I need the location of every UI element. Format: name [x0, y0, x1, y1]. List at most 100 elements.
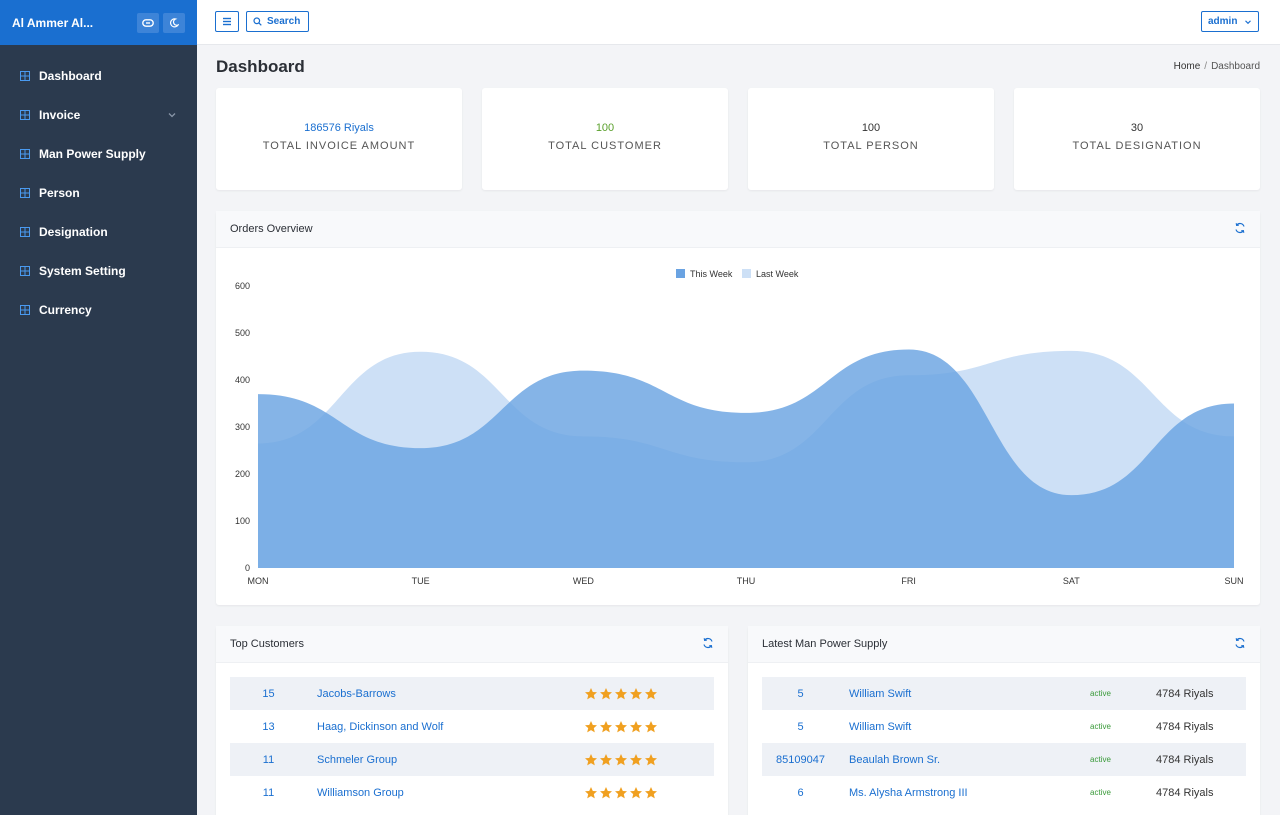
person-name[interactable]: William Swift — [839, 721, 1090, 733]
search-button[interactable]: Search — [246, 11, 309, 32]
customer-name[interactable]: Williamson Group — [307, 787, 584, 799]
person-name[interactable]: Beaulah Brown Sr. — [839, 754, 1090, 766]
customer-id[interactable]: 11 — [230, 787, 307, 799]
sidebar-item-label: Invoice — [39, 107, 81, 122]
status-badge: active — [1090, 689, 1111, 698]
panel-title: Orders Overview — [230, 223, 313, 235]
y-tick-label: 500 — [235, 328, 250, 338]
customer-id[interactable]: 15 — [230, 688, 307, 700]
breadcrumb-home-link[interactable]: Home — [1174, 61, 1201, 72]
supply-id[interactable]: 5 — [762, 721, 839, 733]
chevron-down-icon[interactable] — [167, 110, 177, 120]
latest-supply-panel: Latest Man Power Supply 5 William Swift … — [748, 626, 1260, 815]
status-badge: active — [1090, 755, 1111, 764]
star-icon — [644, 687, 658, 701]
menu-toggle-button[interactable] — [215, 11, 239, 32]
sidebar-item-man-power-supply[interactable]: Man Power Supply — [0, 134, 197, 173]
orders-overview-panel: Orders Overview 0 100 200 300 400 500 600 MON TU… — [216, 211, 1260, 605]
sidebar-item-person[interactable]: Person — [0, 173, 197, 212]
top-customers-table: 15 Jacobs-Barrows 13 Haag, Dickinson and… — [230, 677, 714, 809]
user-menu-button[interactable]: admin — [1201, 11, 1259, 32]
breadcrumb-current: Dashboard — [1211, 61, 1260, 72]
grid-icon — [20, 187, 30, 198]
sidebar: Al Ammer Al... Dashboard Invoice Man Pow… — [0, 0, 197, 815]
amount: 4784 Riyals — [1156, 786, 1214, 799]
link-icon[interactable] — [137, 12, 159, 33]
stat-card-invoice-amount: 186576 Riyals TOTAL INVOICE AMOUNT — [216, 88, 462, 190]
panel-header: Top Customers — [216, 626, 728, 663]
refresh-icon[interactable] — [702, 637, 714, 652]
hamburger-icon — [223, 17, 231, 26]
star-icon — [614, 786, 628, 800]
table-row[interactable]: 15 Jacobs-Barrows — [230, 677, 714, 710]
table-row[interactable]: 13 Haag, Dickinson and Wolf — [230, 710, 714, 743]
table-row[interactable]: 11 Williamson Group — [230, 776, 714, 809]
top-customers-panel: Top Customers 15 Jacobs-Barrows 13 Haag,… — [216, 626, 728, 815]
sidebar-item-label: Currency — [39, 302, 92, 317]
star-icon — [644, 720, 658, 734]
table-row[interactable]: 6 Ms. Alysha Armstrong III active 4784 R… — [762, 776, 1246, 809]
stat-label: TOTAL PERSON — [823, 140, 919, 152]
grid-icon — [20, 148, 30, 159]
y-tick-label: 400 — [235, 375, 250, 385]
stat-card-customer: 100 TOTAL CUSTOMER — [482, 88, 728, 190]
star-icon — [599, 753, 613, 767]
customer-name[interactable]: Jacobs-Barrows — [307, 688, 584, 700]
customer-name[interactable]: Schmeler Group — [307, 754, 584, 766]
rating-stars — [584, 753, 714, 767]
search-icon — [253, 17, 262, 26]
supply-id[interactable]: 6 — [762, 787, 839, 799]
y-tick-label: 200 — [235, 469, 250, 479]
supply-id[interactable]: 5 — [762, 688, 839, 700]
sidebar-item-system-setting[interactable]: System Setting — [0, 251, 197, 290]
table-row[interactable]: 5 William Swift active 4784 Riyals — [762, 710, 1246, 743]
panel-header: Orders Overview — [216, 211, 1260, 248]
x-tick-label: TUE — [412, 576, 430, 586]
app-title[interactable]: Al Ammer Al... — [12, 16, 133, 30]
refresh-icon[interactable] — [1234, 222, 1246, 237]
sidebar-item-label: Designation — [39, 224, 108, 239]
stat-value: 30 — [1130, 122, 1144, 134]
sidebar-item-dashboard[interactable]: Dashboard — [0, 56, 197, 95]
chevron-down-icon — [1245, 19, 1252, 24]
refresh-icon[interactable] — [1234, 637, 1246, 652]
sidebar-item-invoice[interactable]: Invoice — [0, 95, 197, 134]
y-tick-label: 300 — [235, 422, 250, 432]
amount: 4784 Riyals — [1156, 753, 1214, 766]
legend-item[interactable]: Last Week — [742, 269, 799, 279]
breadcrumb: Home / Dashboard — [1174, 61, 1260, 72]
status-badge: active — [1090, 788, 1111, 797]
table-row[interactable]: 85109047 Beaulah Brown Sr. active 4784 R… — [762, 743, 1246, 776]
person-name[interactable]: Ms. Alysha Armstrong III — [839, 787, 1090, 799]
latest-supply-table: 5 William Swift active 4784 Riyals 5 Wil… — [762, 677, 1246, 809]
y-tick-label: 0 — [245, 563, 250, 573]
star-icon — [599, 786, 613, 800]
x-tick-label: THU — [737, 576, 756, 586]
table-row[interactable]: 11 Schmeler Group — [230, 743, 714, 776]
star-icon — [599, 687, 613, 701]
legend-item[interactable]: This Week — [676, 269, 733, 279]
x-tick-label: MON — [248, 576, 269, 586]
table-row[interactable]: 5 William Swift active 4784 Riyals — [762, 677, 1246, 710]
customer-id[interactable]: 11 — [230, 754, 307, 766]
sidebar-item-label: Person — [39, 185, 80, 200]
stat-value: 100 — [861, 122, 881, 134]
topbar: Search admin — [197, 0, 1280, 45]
star-icon — [584, 786, 598, 800]
grid-icon — [20, 70, 30, 81]
breadcrumb-separator: / — [1204, 61, 1208, 72]
legend-label: Last Week — [756, 269, 799, 279]
supply-id[interactable]: 85109047 — [762, 754, 839, 766]
moon-icon[interactable] — [163, 12, 185, 33]
customer-id[interactable]: 13 — [230, 721, 307, 733]
customer-name[interactable]: Haag, Dickinson and Wolf — [307, 721, 584, 733]
star-icon — [584, 753, 598, 767]
sidebar-item-designation[interactable]: Designation — [0, 212, 197, 251]
star-icon — [599, 720, 613, 734]
sidebar-nav: Dashboard Invoice Man Power Supply Perso… — [0, 45, 197, 329]
person-name[interactable]: William Swift — [839, 688, 1090, 700]
rating-stars — [584, 687, 714, 701]
sidebar-item-currency[interactable]: Currency — [0, 290, 197, 329]
amount: 4784 Riyals — [1156, 720, 1214, 733]
stat-card-person: 100 TOTAL PERSON — [748, 88, 994, 190]
